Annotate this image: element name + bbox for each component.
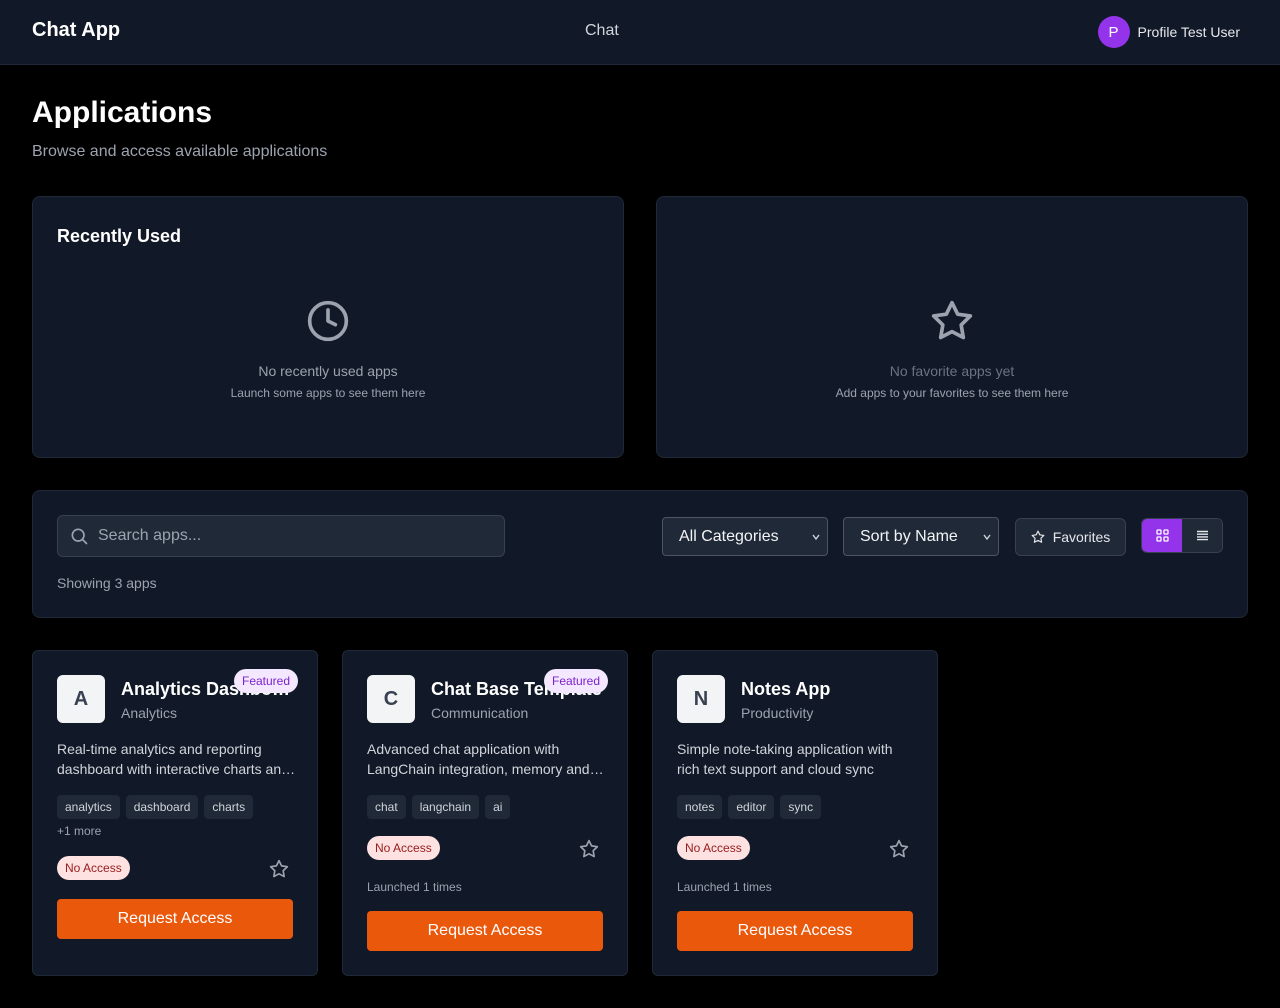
star-icon xyxy=(1031,530,1045,543)
app-letter-icon: A xyxy=(57,675,105,723)
app-letter-icon: C xyxy=(367,675,415,723)
app-tag: charts xyxy=(204,795,254,819)
request-access-button[interactable]: Request Access xyxy=(57,899,293,939)
request-access-button[interactable]: Request Access xyxy=(367,911,603,951)
app-letter-icon: N xyxy=(677,675,725,723)
list-view-button[interactable] xyxy=(1182,519,1222,552)
view-toggle xyxy=(1141,518,1223,553)
app-card[interactable]: N Notes App Productivity Simple note-tak… xyxy=(652,650,938,976)
app-category: Analytics xyxy=(121,705,178,721)
avatar[interactable]: P xyxy=(1097,16,1130,48)
app-description: Simple note-taking application with rich… xyxy=(677,741,893,777)
app-tags: analytics dashboard charts xyxy=(57,795,254,819)
more-tags-text: +1 more xyxy=(57,824,102,838)
grid-view-button[interactable] xyxy=(1142,519,1182,552)
search-input[interactable] xyxy=(98,527,504,545)
app-card[interactable]: C Chat Base Template Communication Featu… xyxy=(342,650,628,976)
page-subtitle: Browse and access available applications xyxy=(32,143,328,160)
clock-icon xyxy=(307,300,349,342)
app-tag: dashboard xyxy=(125,795,199,819)
recently-used-empty-text: No recently used apps xyxy=(258,363,398,379)
sort-select-value: Sort by Name xyxy=(860,527,958,545)
app-category: Communication xyxy=(431,705,529,721)
user-menu[interactable]: P Profile Test User xyxy=(1097,16,1240,48)
app-tags: notes editor sync xyxy=(677,795,822,819)
app-category: Productivity xyxy=(741,705,814,721)
access-status-badge: No Access xyxy=(677,836,750,860)
favorites-filter-label: Favorites xyxy=(1052,529,1111,545)
filter-bar: All Categories Sort by Name Favorites Sh… xyxy=(32,490,1248,618)
recently-used-panel: Recently Used No recently used apps Laun… xyxy=(32,196,624,458)
favorites-empty-hint: Add apps to your favorites to see them h… xyxy=(835,386,1069,400)
app-tag: sync xyxy=(780,795,822,819)
app-tags: chat langchain ai xyxy=(367,795,511,819)
list-view-icon xyxy=(1196,530,1208,541)
favorite-star-icon[interactable] xyxy=(889,839,909,859)
launch-count-text: Launched 1 times xyxy=(367,880,462,894)
access-status-badge: No Access xyxy=(57,856,130,880)
sort-select[interactable]: Sort by Name xyxy=(843,517,999,556)
featured-badge: Featured xyxy=(234,669,299,693)
app-name[interactable]: Notes App xyxy=(741,679,913,700)
app-tag: chat xyxy=(367,795,406,819)
request-access-button[interactable]: Request Access xyxy=(677,911,913,951)
results-count: Showing 3 apps xyxy=(57,575,157,591)
favorite-star-icon[interactable] xyxy=(269,859,289,879)
username[interactable]: Profile Test User xyxy=(1138,24,1240,40)
chevron-down-icon xyxy=(983,534,991,541)
recently-used-title: Recently Used xyxy=(57,226,182,246)
nav-link-chat[interactable]: Chat xyxy=(585,22,619,40)
app-tag: analytics xyxy=(57,795,120,819)
launch-count-text: Launched 1 times xyxy=(677,880,772,894)
app-tag: ai xyxy=(485,795,511,819)
star-icon xyxy=(931,300,973,340)
category-select-value: All Categories xyxy=(679,527,779,545)
app-tag: langchain xyxy=(411,795,480,819)
app-tag: notes xyxy=(677,795,723,819)
grid-view-icon xyxy=(1155,529,1169,542)
access-status-badge: No Access xyxy=(367,836,440,860)
top-nav-bar: Chat App Chat P Profile Test User xyxy=(0,0,1280,65)
favorites-empty-text: No favorite apps yet xyxy=(889,363,1015,379)
page-title: Applications xyxy=(32,96,213,129)
app-description: Advanced chat application with LangChain… xyxy=(367,741,590,777)
category-select[interactable]: All Categories xyxy=(662,517,828,556)
recently-used-empty-hint: Launch some apps to see them here xyxy=(230,386,426,400)
favorite-star-icon[interactable] xyxy=(579,839,599,859)
favorites-filter-button[interactable]: Favorites xyxy=(1015,518,1126,556)
app-tag: editor xyxy=(728,795,775,819)
app-card[interactable]: A Analytics Dashboard Analytics Featured… xyxy=(32,650,318,976)
search-icon xyxy=(71,528,88,545)
favorites-panel: No favorite apps yet Add apps to your fa… xyxy=(656,196,1248,458)
app-description: Real-time analytics and reporting dashbo… xyxy=(57,741,289,777)
search-box[interactable] xyxy=(57,515,505,557)
app-brand[interactable]: Chat App xyxy=(32,19,120,42)
featured-badge: Featured xyxy=(544,669,609,693)
chevron-down-icon xyxy=(812,534,820,541)
